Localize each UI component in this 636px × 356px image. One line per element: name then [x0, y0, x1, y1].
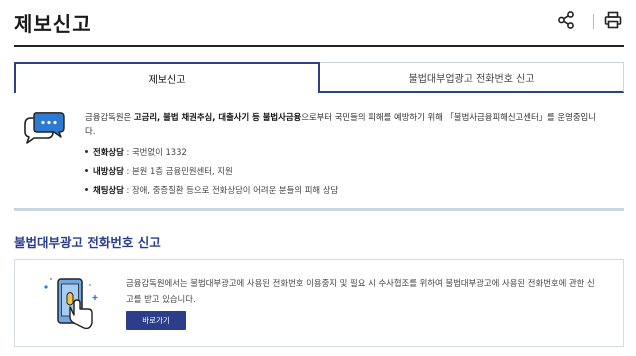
chat-bubbles-icon [22, 112, 66, 146]
tab-bar: 제보신고 불법대부업광고 전화번호 신고 [14, 62, 624, 93]
tab-illegal-loan-ad-report[interactable]: 불법대부업광고 전화번호 신고 [320, 62, 624, 93]
list-item: 전화상담 : 국번없이 1332 [85, 145, 605, 164]
contact-value: : 장애, 중증질환 등으로 전화상담이 어려운 분들의 피해 상담 [123, 185, 339, 195]
share-icon[interactable] [558, 11, 574, 29]
intro-text-bold: 고금리, 불법 채권추심, 대출사기 등 불법사금융 [133, 112, 302, 122]
tab-report[interactable]: 제보신고 [14, 62, 320, 93]
contact-value: : 국번없이 1332 [123, 147, 187, 157]
page-title: 제보신고 [14, 12, 92, 36]
page-header: 제보신고 [14, 0, 624, 47]
list-item: 채팅상담 : 장애, 중증질환 등으로 전화상담이 어려운 분들의 피해 상담 [85, 183, 605, 202]
ad-report-description: 금융감독원에서는 불법대부광고에 사용된 전화번호 이용중지 및 필요 시 수사… [126, 278, 595, 304]
report-intro: 금융감독원은 고금리, 불법 채권추심, 대출사기 등 불법사금융으로부터 국민… [85, 110, 605, 138]
phone-touch-icon [40, 273, 102, 333]
contact-label: 전화상담 [93, 147, 124, 157]
contact-list: 전화상담 : 국번없이 1332 내방상담 : 본원 1층 금융민원센터, 지원… [85, 145, 605, 202]
shortcut-button[interactable]: 바로가기 [126, 311, 186, 330]
contact-value: : 본원 1층 금융민원센터, 지원 [123, 166, 233, 176]
header-separator [593, 14, 594, 29]
intro-text-prefix: 금융감독원은 [85, 112, 134, 122]
contact-label: 내방상담 [93, 166, 124, 176]
printer-icon[interactable] [604, 11, 622, 29]
section-title: 불법대부광고 전화번호 신고 [14, 235, 161, 250]
contact-label: 채팅상담 [93, 185, 124, 195]
list-item: 내방상담 : 본원 1층 금융민원센터, 지원 [85, 164, 605, 183]
section-divider [14, 208, 624, 211]
